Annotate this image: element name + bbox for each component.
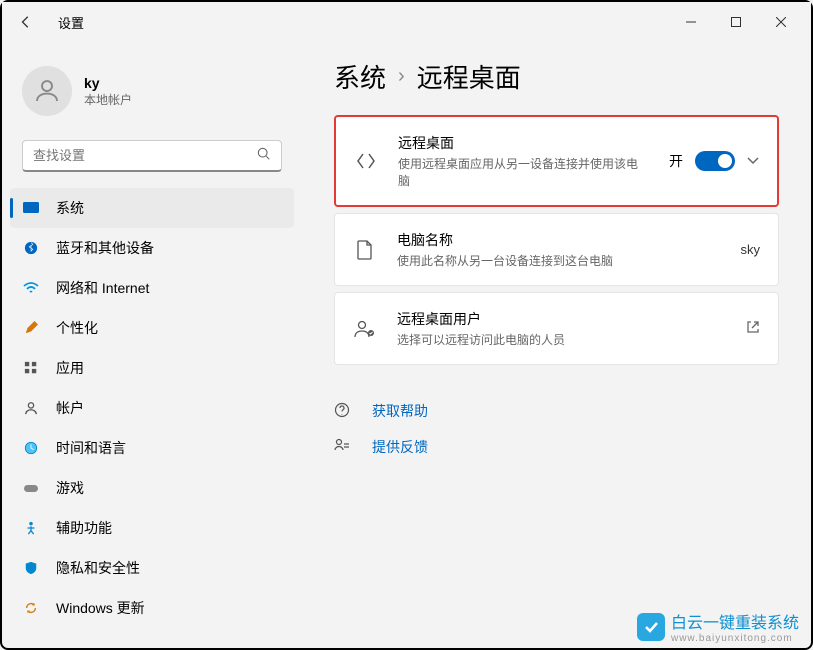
bluetooth-icon: [22, 239, 40, 257]
main-content: 系统 › 远程桌面 远程桌面 使用远程桌面应用从另一设备连接并使用该电脑 开: [302, 42, 811, 648]
nav-label: 时间和语言: [56, 438, 126, 458]
breadcrumb-current: 远程桌面: [417, 58, 521, 95]
nav-label: 隐私和安全性: [56, 558, 140, 578]
system-icon: [22, 199, 40, 217]
maximize-button[interactable]: [713, 6, 758, 38]
remote-desktop-toggle[interactable]: [695, 151, 735, 171]
window-title: 设置: [58, 13, 84, 32]
users-icon: [353, 320, 377, 338]
nav-bluetooth[interactable]: 蓝牙和其他设备: [2, 228, 302, 268]
avatar: [22, 66, 72, 116]
feedback-link[interactable]: 提供反馈: [372, 437, 428, 457]
help-link-row: 获取帮助: [334, 393, 779, 429]
remote-icon: [354, 151, 378, 171]
brush-icon: [22, 319, 40, 337]
nav-accounts[interactable]: 帐户: [2, 388, 302, 428]
nav-label: Windows 更新: [56, 598, 145, 618]
nav-update[interactable]: Windows 更新: [2, 588, 302, 628]
remote-desktop-card[interactable]: 远程桌面 使用远程桌面应用从另一设备连接并使用该电脑 开: [334, 115, 779, 207]
card-desc: 选择可以远程访问此电脑的人员: [397, 331, 746, 348]
close-button[interactable]: [758, 6, 803, 38]
breadcrumb: 系统 › 远程桌面: [334, 58, 779, 95]
sidebar: ky 本地帐户 系统 蓝牙和其他设备 网络和 Internet: [2, 42, 302, 648]
nav-label: 个性化: [56, 318, 98, 338]
card-desc: 使用此名称从另一台设备连接到这台电脑: [397, 252, 741, 269]
nav-network[interactable]: 网络和 Internet: [2, 268, 302, 308]
nav-label: 帐户: [56, 398, 84, 418]
account-icon: [22, 399, 40, 417]
card-title: 远程桌面用户: [397, 309, 746, 329]
nav-personalization[interactable]: 个性化: [2, 308, 302, 348]
card-title: 电脑名称: [397, 230, 741, 250]
chevron-right-icon: ›: [398, 65, 405, 88]
back-button[interactable]: [10, 6, 42, 38]
shield-icon: [22, 559, 40, 577]
watermark-logo-icon: [637, 613, 665, 641]
document-icon: [353, 240, 377, 260]
card-title: 远程桌面: [398, 133, 669, 153]
pc-name-card[interactable]: 电脑名称 使用此名称从另一台设备连接到这台电脑 sky: [334, 213, 779, 286]
remote-users-card[interactable]: 远程桌面用户 选择可以远程访问此电脑的人员: [334, 292, 779, 365]
pc-name-value: sky: [741, 242, 761, 257]
nav-label: 辅助功能: [56, 518, 112, 538]
watermark: 白云一键重装系统 www.baiyunxitong.com: [637, 609, 799, 644]
search-box[interactable]: [22, 140, 282, 172]
toggle-label: 开: [669, 151, 683, 171]
gaming-icon: [22, 479, 40, 497]
apps-icon: [22, 359, 40, 377]
nav-privacy[interactable]: 隐私和安全性: [2, 548, 302, 588]
user-type: 本地帐户: [84, 91, 132, 108]
update-icon: [22, 599, 40, 617]
clock-icon: [22, 439, 40, 457]
nav-time[interactable]: 时间和语言: [2, 428, 302, 468]
breadcrumb-parent[interactable]: 系统: [334, 58, 386, 95]
card-desc: 使用远程桌面应用从另一设备连接并使用该电脑: [398, 155, 638, 189]
nav-apps[interactable]: 应用: [2, 348, 302, 388]
nav-label: 网络和 Internet: [56, 278, 149, 298]
external-link-icon: [746, 320, 760, 337]
help-link[interactable]: 获取帮助: [372, 401, 428, 421]
nav-label: 应用: [56, 358, 84, 378]
watermark-text: 白云一键重装系统: [671, 615, 799, 632]
nav-label: 系统: [56, 198, 84, 218]
nav-gaming[interactable]: 游戏: [2, 468, 302, 508]
user-name: ky: [84, 75, 132, 91]
wifi-icon: [22, 279, 40, 297]
chevron-down-icon[interactable]: [747, 154, 759, 168]
user-section[interactable]: ky 本地帐户: [2, 58, 302, 124]
minimize-button[interactable]: [668, 6, 713, 38]
accessibility-icon: [22, 519, 40, 537]
watermark-url: www.baiyunxitong.com: [671, 633, 799, 644]
nav-system[interactable]: 系统: [10, 188, 294, 228]
feedback-icon: [334, 438, 354, 457]
nav-accessibility[interactable]: 辅助功能: [2, 508, 302, 548]
help-icon: [334, 402, 354, 421]
search-icon: [257, 147, 271, 164]
nav-label: 游戏: [56, 478, 84, 498]
search-input[interactable]: [33, 148, 257, 163]
nav-label: 蓝牙和其他设备: [56, 238, 154, 258]
feedback-link-row: 提供反馈: [334, 429, 779, 465]
